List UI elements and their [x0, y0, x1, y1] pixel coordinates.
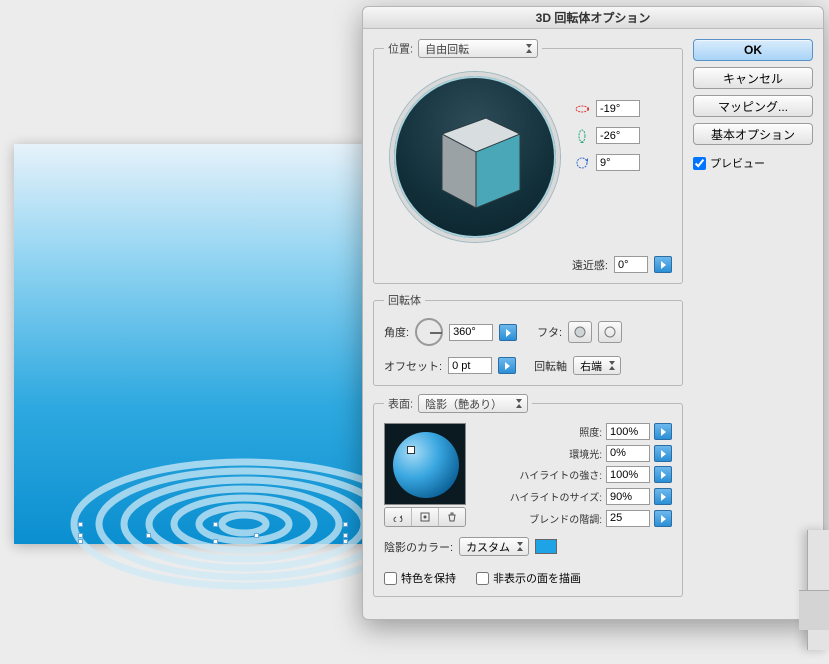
surface-legend: 表面:	[388, 399, 413, 411]
cube-icon	[424, 104, 534, 219]
blend-label: ブレンドの階調:	[480, 511, 602, 526]
position-mode-select[interactable]: 自由回転	[418, 39, 538, 58]
intensity-label: 照度:	[480, 424, 602, 439]
axis-select[interactable]: 右端	[573, 356, 621, 375]
blend-input[interactable]	[606, 510, 650, 527]
offset-stepper[interactable]	[498, 357, 516, 374]
offset-input[interactable]	[448, 357, 492, 374]
dialog-title: 3D 回転体オプション	[363, 7, 823, 29]
rotate-z-icon	[574, 155, 590, 171]
axis-label: 回転軸	[534, 358, 567, 374]
hi-strength-stepper[interactable]	[654, 466, 672, 483]
rotate-x-icon	[574, 101, 590, 117]
angle-dial[interactable]	[415, 318, 443, 346]
position-legend: 位置:	[388, 44, 413, 56]
revolve-legend: 回転体	[384, 292, 425, 308]
dialog-3d-revolve-options: 3D 回転体オプション 位置: 自由回転	[362, 6, 824, 620]
new-light-button[interactable]	[412, 508, 439, 526]
draw-hidden-checkbox[interactable]: 非表示の面を描画	[476, 570, 581, 586]
selection-handles[interactable]	[78, 522, 348, 544]
angle-input[interactable]	[449, 324, 493, 341]
offset-label: オフセット:	[384, 358, 442, 374]
hi-size-label: ハイライトのサイズ:	[480, 489, 602, 504]
perspective-stepper[interactable]	[654, 256, 672, 273]
shade-color-label: 陰影のカラー:	[384, 539, 453, 555]
fieldset-surface: 表面: 陰影（艶あり）	[373, 394, 683, 597]
preserve-spot-checkbox[interactable]: 特色を保持	[384, 570, 456, 586]
mapping-button[interactable]: マッピング...	[693, 95, 813, 117]
shading-select[interactable]: 陰影（艶あり）	[418, 394, 528, 413]
angle-stepper[interactable]	[499, 324, 517, 341]
rotate-z-input[interactable]	[596, 154, 640, 171]
shade-color-swatch[interactable]	[535, 539, 557, 554]
basic-options-button[interactable]: 基本オプション	[693, 123, 813, 145]
blend-stepper[interactable]	[654, 510, 672, 527]
shade-color-mode-select[interactable]: カスタム	[459, 537, 529, 556]
cap-label: フタ:	[537, 324, 562, 340]
rotate-x-input[interactable]	[596, 100, 640, 117]
fieldset-position: 位置: 自由回転	[373, 39, 683, 284]
hi-size-stepper[interactable]	[654, 488, 672, 505]
artboard	[14, 144, 369, 544]
ok-button[interactable]: OK	[693, 39, 813, 61]
intensity-input[interactable]	[606, 423, 650, 440]
rotation-preview-trackball[interactable]	[390, 72, 560, 242]
hi-strength-label: ハイライトの強さ:	[480, 467, 602, 482]
rotate-y-input[interactable]	[596, 127, 640, 144]
cap-off-button[interactable]	[598, 321, 622, 343]
cap-on-button[interactable]	[568, 321, 592, 343]
angle-label: 角度:	[384, 324, 409, 340]
panel-strip	[799, 590, 829, 630]
move-light-back-button[interactable]	[385, 508, 412, 526]
perspective-label: 遠近感:	[572, 257, 608, 273]
perspective-input[interactable]	[614, 256, 648, 273]
light-handle[interactable]	[407, 446, 415, 454]
ambient-label: 環境光:	[480, 446, 602, 461]
hi-size-input[interactable]	[606, 488, 650, 505]
fieldset-revolve: 回転体 角度: フタ: オフセット:	[373, 292, 683, 386]
cancel-button[interactable]: キャンセル	[693, 67, 813, 89]
ambient-input[interactable]	[606, 445, 650, 462]
delete-light-button[interactable]	[439, 508, 465, 526]
ambient-stepper[interactable]	[654, 445, 672, 462]
rotate-y-icon	[574, 128, 590, 144]
intensity-stepper[interactable]	[654, 423, 672, 440]
sphere-icon	[393, 432, 459, 498]
light-preview[interactable]	[384, 423, 466, 505]
hi-strength-input[interactable]	[606, 466, 650, 483]
preview-checkbox[interactable]: プレビュー	[693, 155, 813, 171]
